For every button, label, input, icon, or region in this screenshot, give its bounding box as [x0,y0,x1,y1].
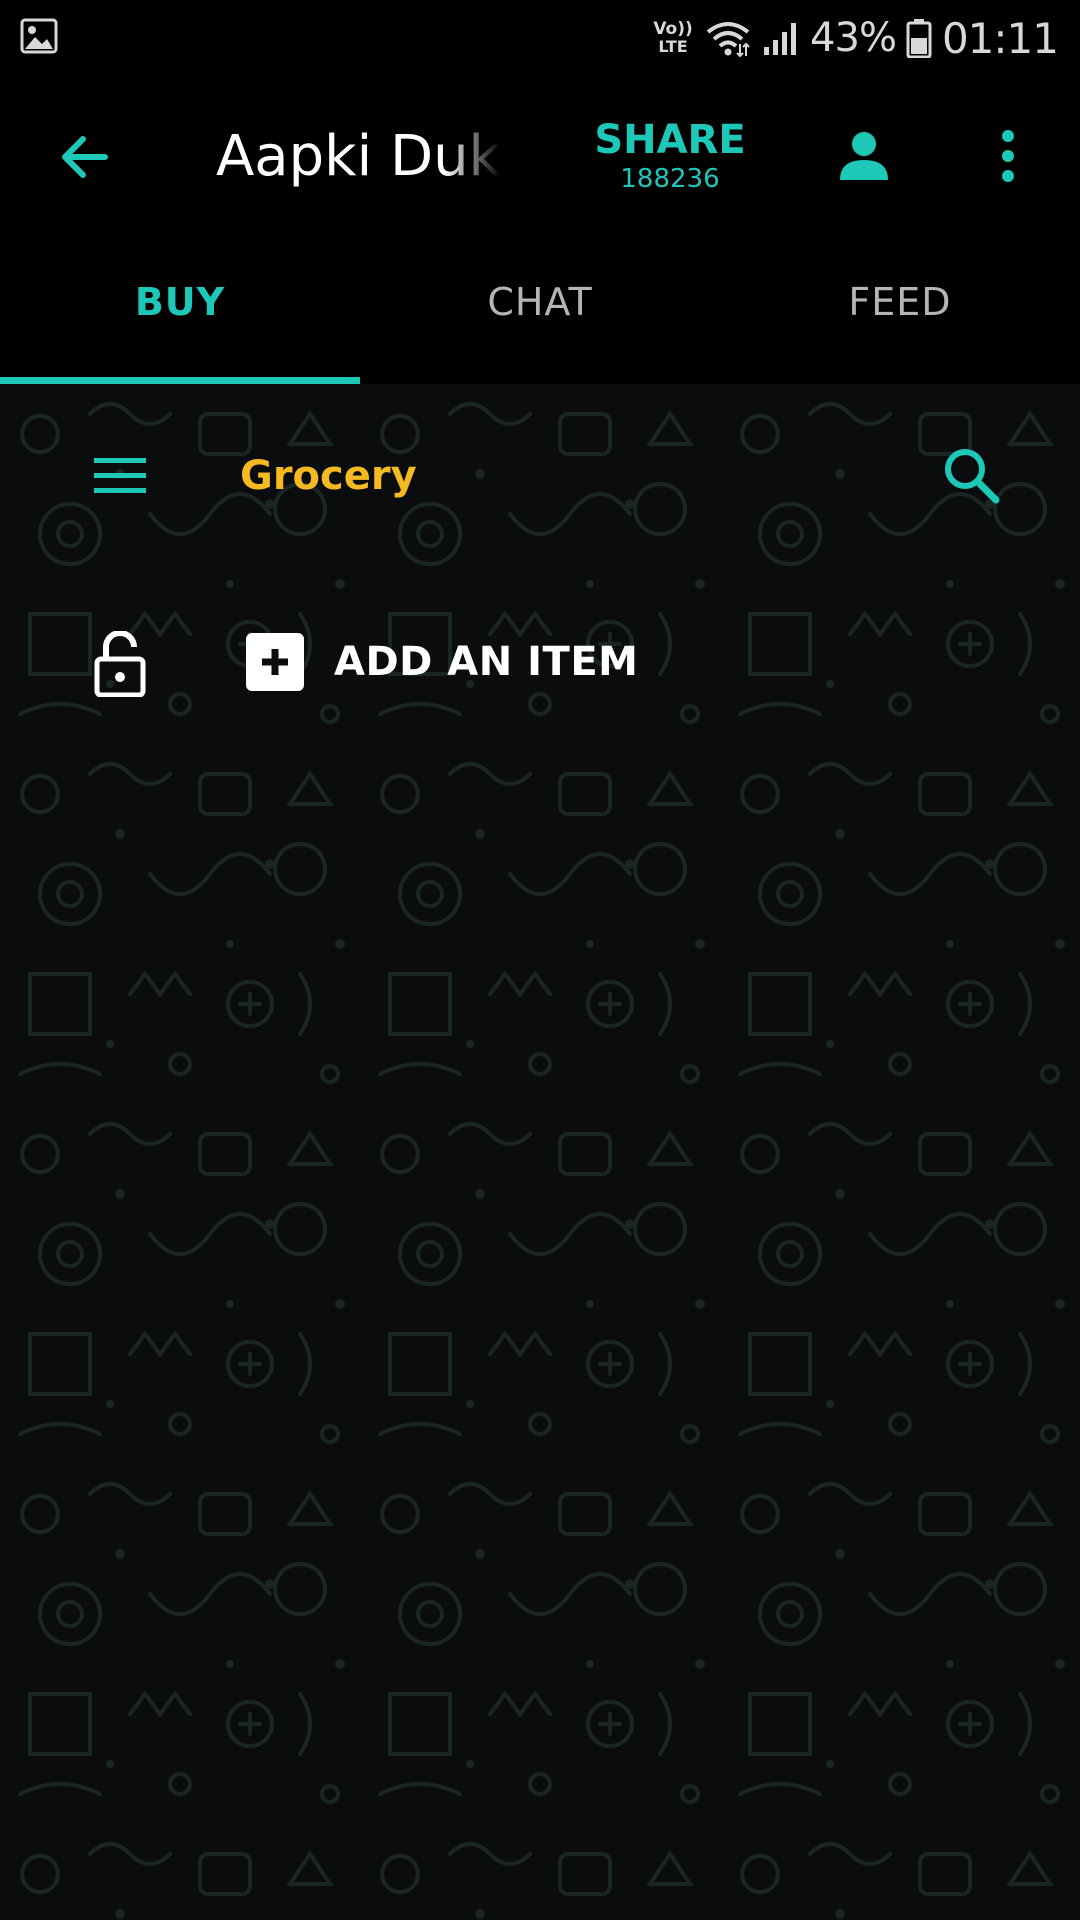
content-area: Grocery ADD AN ITEM [0,384,1080,1920]
share-count: 188236 [620,164,720,194]
lock-toggle-button[interactable] [90,624,150,704]
profile-button[interactable] [832,124,896,188]
search-button[interactable] [936,440,1006,510]
gallery-icon [20,18,58,54]
share-label: SHARE [594,117,746,163]
signal-icon [764,23,797,55]
battery-percent: 43% [810,15,897,61]
shop-title: Aapki Dukaan [216,124,501,189]
clock: 01:11 [941,13,1059,63]
add-item-button[interactable]: ADD AN ITEM [246,630,638,694]
tab-bar: BUY CHAT FEED [0,240,1080,384]
more-vert-icon [1002,130,1014,182]
lock-open-icon [94,631,146,697]
app-bar: Aapki Dukaan SHARE 188236 [0,72,1080,240]
more-options-button[interactable] [980,124,1036,188]
category-menu-button[interactable] [88,444,152,508]
active-tab-indicator [0,377,360,384]
share-button[interactable]: SHARE 188236 [580,116,760,206]
battery-icon [906,19,932,58]
tab-chat[interactable]: CHAT [360,240,720,384]
search-icon [945,449,1000,504]
back-button[interactable] [50,122,120,192]
tab-feed[interactable]: FEED [720,240,1080,384]
category-title[interactable]: Grocery [240,446,417,506]
status-bar: Vo)) LTE 43% 01:11 [0,0,1080,72]
person-icon [840,132,888,180]
status-indicators: Vo)) LTE 43% 01:11 [652,10,1059,66]
doodle-background-pattern [0,384,1080,1920]
category-bar: Grocery [0,384,1080,574]
add-item-label: ADD AN ITEM [334,639,639,685]
network-bottom-label: LTE [658,37,688,56]
back-arrow-icon [62,136,108,178]
menu-icon [94,458,146,493]
network-top-label: Vo)) [653,19,693,39]
tab-buy[interactable]: BUY [0,240,360,384]
wifi-icon [706,22,750,58]
volte-icon: Vo)) LTE [652,20,694,56]
add-box-icon [246,633,304,691]
